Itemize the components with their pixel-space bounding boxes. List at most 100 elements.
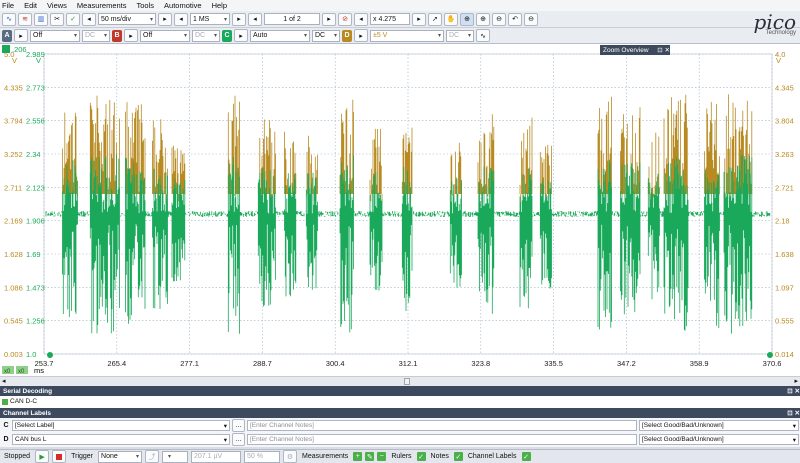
zoom-fit-icon[interactable]: ⊖ — [524, 12, 538, 26]
chevron-down-icon: ▾ — [223, 436, 227, 444]
label-select[interactable]: [Select Label] ▾ — [12, 420, 230, 431]
scope-view[interactable]: 5.0 4.335 3.794 3.252 2.711 2.169 1.628 1.086 0.… — [0, 44, 800, 376]
checkmark-icon[interactable]: ✓ — [66, 12, 80, 26]
zoom-value: x 4.275 — [373, 15, 396, 23]
label-options-button[interactable]: … — [232, 433, 245, 446]
chevron-down-icon: ▾ — [223, 16, 227, 23]
menu-help[interactable]: Help — [212, 1, 227, 10]
left-unit-c: V — [36, 56, 41, 65]
hand-icon[interactable]: ✋ — [444, 12, 458, 26]
notes-toggle-icon[interactable]: ✓ — [453, 452, 463, 461]
chevron-right-icon[interactable]: ▸ — [322, 12, 336, 26]
grade-select[interactable]: [Select Good/Bad/Unknown] ▾ — [639, 420, 799, 431]
gauge-icon[interactable]: ⊘ — [338, 12, 352, 26]
zoom-out-icon[interactable]: ⊖ — [492, 12, 506, 26]
rulers-toggle-icon[interactable]: ✓ — [416, 452, 426, 461]
scroll-left-icon[interactable]: ◂ — [2, 377, 6, 385]
zoom-factor-field[interactable]: x 4.275 — [370, 13, 410, 25]
add-measurement-icon[interactable]: + — [353, 452, 363, 461]
channel-a-range[interactable]: Off ▾ — [30, 29, 80, 42]
trigger-edge-icon[interactable]: ⤴ — [145, 450, 160, 463]
axis-tick-c: 2.773 — [26, 83, 45, 92]
timebase-select[interactable]: 50 ms/div ▾ — [98, 13, 156, 25]
scope-mode-icon[interactable]: ∿ — [2, 12, 16, 26]
math-channels-icon[interactable]: ∿ — [476, 29, 490, 42]
x-tick: 312.1 — [399, 359, 418, 368]
scroll-thumb[interactable] — [404, 378, 410, 385]
edit-measurement-icon[interactable]: ✎ — [365, 452, 375, 461]
remove-measurement-icon[interactable]: − — [377, 452, 387, 461]
pointer-icon[interactable]: ➚ — [428, 12, 442, 26]
x-tick: 358.9 — [690, 359, 709, 368]
zoom-select-icon[interactable]: ⊕ — [460, 12, 474, 26]
trigger-level-value: 207.1 µV — [194, 453, 223, 460]
chevron-right-icon[interactable]: ▸ — [232, 12, 246, 26]
channel-c-range[interactable]: Auto ▾ — [250, 29, 310, 42]
menu-tools[interactable]: Tools — [137, 1, 155, 10]
pico-logo: pico Technology — [726, 12, 796, 42]
pin-close-icon[interactable]: ⊡ ✕ — [787, 387, 800, 395]
label-select[interactable]: CAN bus L ▾ — [12, 434, 230, 445]
channel-c-options-icon[interactable]: ▸ — [234, 29, 248, 42]
grade-value: [Select Good/Bad/Unknown] — [642, 422, 724, 429]
channel-labels-header: Channel Labels ⊡ ✕ — [0, 408, 800, 418]
channel-b-range[interactable]: Off ▾ — [140, 29, 190, 42]
play-icon[interactable]: ▶ — [35, 450, 50, 463]
trigger-source-select[interactable]: ▾ — [162, 450, 189, 463]
channel-d-coupling[interactable]: DC ▾ — [446, 29, 474, 42]
channel-a-options-icon[interactable]: ▸ — [14, 29, 28, 42]
channel-notes-input[interactable]: [Enter Channel Notes] — [247, 420, 637, 431]
run-state: Stopped — [4, 453, 31, 460]
channel-notes-input[interactable]: [Enter Channel Notes] — [247, 434, 637, 445]
tools-icon[interactable]: ✂ — [50, 12, 64, 26]
axis-tick-c: 1.256 — [26, 317, 45, 326]
measurements-label: Measurements — [302, 453, 349, 460]
zoom-in-icon[interactable]: ⊕ — [476, 12, 490, 26]
persistence-mode-icon[interactable]: ≋ — [18, 12, 32, 26]
trigger-mode-select[interactable]: None ▾ — [98, 450, 143, 463]
stop-icon[interactable] — [52, 450, 67, 463]
axis-tick-right: 2.18 — [775, 217, 790, 226]
chevron-left-icon[interactable]: ◂ — [248, 12, 262, 26]
serial-tab-can[interactable]: CAN D-C — [2, 398, 37, 405]
scroll-right-icon[interactable]: ▸ — [794, 377, 798, 385]
menu-file[interactable]: File — [2, 1, 14, 10]
channel-b-options-icon[interactable]: ▸ — [124, 29, 138, 42]
grade-select[interactable]: [Select Good/Bad/Unknown] ▾ — [639, 434, 799, 445]
pretrigger-field[interactable]: 50 % — [244, 450, 281, 463]
channel-labels-toggle-icon[interactable]: ✓ — [521, 452, 531, 461]
pin-close-icon[interactable]: ⊡ ✕ — [657, 46, 670, 54]
trigger-options-icon[interactable]: ⚙ — [283, 450, 298, 463]
page-navigator[interactable]: 1 of 2 — [264, 13, 320, 25]
scope-plot[interactable]: 5.04.3353.7943.2522.7112.1691.6281.0860.… — [0, 44, 800, 376]
chevron-right-icon[interactable]: ▸ — [412, 12, 426, 26]
spectrum-mode-icon[interactable]: ▥ — [34, 12, 48, 26]
channel-d-range[interactable]: ±5 V ▾ — [370, 29, 444, 42]
chevron-down-icon: ▾ — [136, 454, 140, 460]
menu-edit[interactable]: Edit — [24, 1, 37, 10]
chevron-left-icon[interactable]: ◂ — [174, 12, 188, 26]
channel-d-options-icon[interactable]: ▸ — [354, 29, 368, 42]
channel-c-range-value: Auto — [253, 32, 268, 39]
channel-b-coupling[interactable]: DC ▾ — [192, 29, 220, 42]
trigger-level-field[interactable]: 207.1 µV — [191, 450, 242, 463]
chevron-right-icon[interactable]: ▸ — [158, 12, 172, 26]
channel-a-coupling[interactable]: DC ▾ — [82, 29, 110, 42]
axis-tick-d: 2.711 — [4, 183, 22, 192]
channel-c-coupling[interactable]: DC ▾ — [312, 29, 340, 42]
chevron-down-icon: ▾ — [437, 33, 441, 39]
chevron-left-icon[interactable]: ◂ — [82, 12, 96, 26]
chevron-down-icon: ▾ — [183, 33, 187, 39]
undo-zoom-icon[interactable]: ↶ — [508, 12, 522, 26]
samples-select[interactable]: 1 MS ▾ — [190, 13, 230, 25]
label-options-button[interactable]: … — [232, 419, 245, 432]
chevron-left-icon[interactable]: ◂ — [354, 12, 368, 26]
pin-close-icon[interactable]: ⊡ ✕ — [787, 409, 800, 417]
zoom-overview-header[interactable]: Zoom Overview ⊡ ✕ — [600, 45, 670, 55]
menu-automotive[interactable]: Automotive — [164, 1, 202, 10]
x-tick: 288.7 — [253, 359, 272, 368]
axis-tick-d: 0.545 — [4, 317, 23, 326]
horizontal-scrollbar[interactable]: ◂ ▸ — [0, 376, 800, 386]
menu-views[interactable]: Views — [47, 1, 67, 10]
menu-measurements[interactable]: Measurements — [77, 1, 127, 10]
